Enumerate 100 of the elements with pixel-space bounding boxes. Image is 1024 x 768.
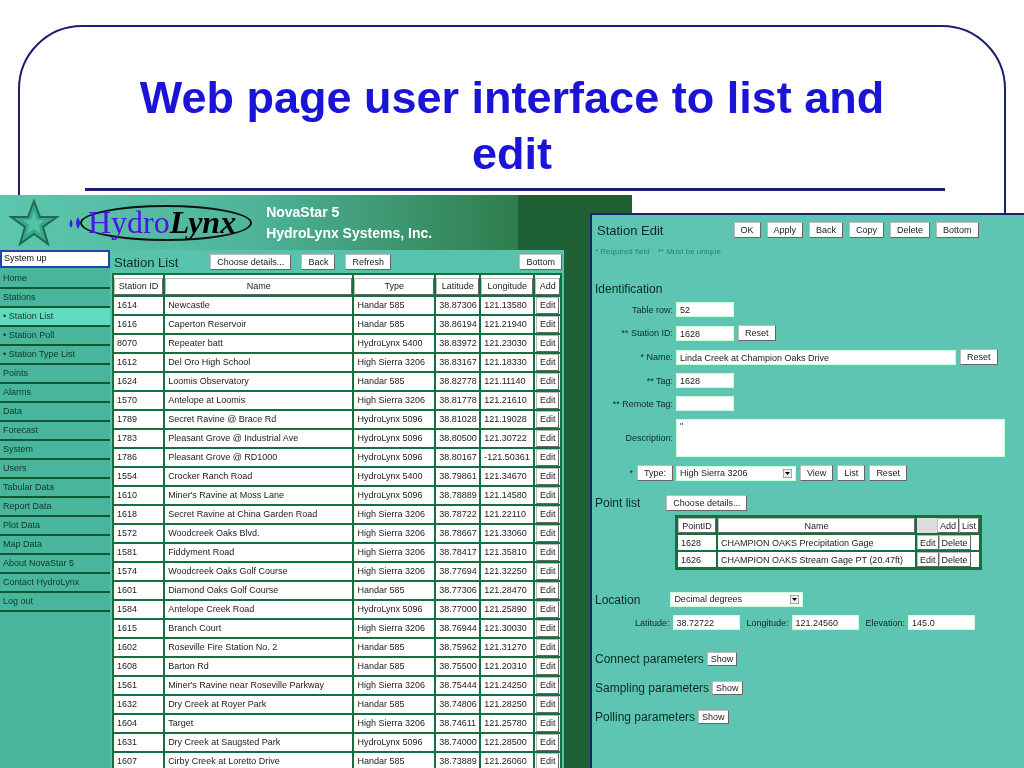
format-dropdown[interactable]: Decimal degrees <box>670 592 804 607</box>
table-cell: HydroLynx 5400 <box>354 467 435 485</box>
edit-button[interactable]: Edit <box>536 410 559 428</box>
edit-button[interactable]: Edit <box>536 752 559 768</box>
reset-button[interactable]: Reset <box>960 349 998 365</box>
back-button[interactable]: Back <box>301 254 336 270</box>
edit-button[interactable]: Edit <box>536 486 559 504</box>
refresh-button[interactable]: Refresh <box>345 254 391 270</box>
input-field[interactable]: 1628 <box>676 373 734 388</box>
section-heading: Location <box>595 592 641 607</box>
table-cell: 38.78417 <box>436 543 480 561</box>
table-cell: 1607 <box>114 752 164 768</box>
column-header[interactable]: Name <box>165 277 353 295</box>
reset-button[interactable]: Reset <box>738 325 776 341</box>
table-cell: HydroLynx 5096 <box>354 486 435 504</box>
reset-button[interactable]: Reset <box>869 465 907 481</box>
delete-button[interactable]: Delete <box>938 535 971 550</box>
list-button[interactable]: List <box>837 465 866 481</box>
column-header[interactable]: Name <box>718 518 915 533</box>
show-button[interactable]: Show <box>712 681 743 695</box>
edit-button[interactable]: Edit <box>536 695 559 713</box>
input-field[interactable]: 52 <box>676 302 734 317</box>
input-field[interactable]: 145.0 <box>908 615 976 630</box>
table-cell: 38.86194 <box>436 315 480 333</box>
table-cell: 38.75500 <box>436 657 480 675</box>
table-cell: High Sierra 3206 <box>354 543 435 561</box>
edit-button[interactable]: Edit <box>536 657 559 675</box>
edit-button[interactable]: Edit <box>917 552 939 567</box>
table-cell: CHAMPION OAKS Precipitation Gage <box>718 535 915 550</box>
choose-details-button[interactable]: Choose details... <box>666 495 748 511</box>
edit-button[interactable]: Edit <box>917 535 939 550</box>
table-cell: 38.78722 <box>436 505 480 523</box>
edit-button[interactable]: Edit <box>536 581 559 599</box>
edit-button[interactable]: Edit <box>536 562 559 580</box>
table-cell: HydroLynx 5096 <box>354 600 435 618</box>
input-field[interactable] <box>676 396 734 411</box>
column-header[interactable]: Type <box>354 277 435 295</box>
view-button[interactable]: View <box>800 465 834 481</box>
input-field[interactable]: 38.72722 <box>672 615 740 630</box>
edit-button[interactable]: Edit <box>536 714 559 732</box>
input-field[interactable]: 121.24560 <box>791 615 859 630</box>
section-heading: Polling parameters <box>595 710 696 724</box>
column-header[interactable]: Latitude <box>436 277 480 295</box>
input-field[interactable]: 1628 <box>676 325 734 341</box>
table-cell: Diamond Oaks Golf Course <box>165 581 353 599</box>
table-cell: 1626 <box>678 552 716 567</box>
edit-button[interactable]: Edit <box>536 524 559 542</box>
edit-button[interactable]: Edit <box>536 372 559 390</box>
edit-button[interactable]: Edit <box>536 543 559 561</box>
edit-button[interactable]: Edit <box>536 429 559 447</box>
edit-button[interactable]: Edit <box>536 619 559 637</box>
text-area[interactable]: " <box>676 419 1005 457</box>
table-cell: Miner's Ravine near Roseville Parkway <box>165 676 353 694</box>
column-header[interactable]: Station ID <box>114 277 164 295</box>
nav-item[interactable]: • Station List <box>0 308 110 327</box>
table-cell: 1631 <box>114 733 164 751</box>
type-dropdown[interactable]: High Sierra 3206 <box>676 465 796 481</box>
edit-button[interactable]: Edit <box>536 391 559 409</box>
edit-button[interactable]: Edit <box>536 334 559 352</box>
edit-button[interactable]: Edit <box>536 296 559 314</box>
choose-details-button[interactable]: Choose details... <box>210 254 292 270</box>
section-heading: Identification <box>595 282 664 296</box>
ok-button[interactable]: OK <box>733 222 761 238</box>
edit-title: Station Edit <box>597 222 664 238</box>
delete-button[interactable]: Delete <box>938 552 971 567</box>
table-cell: HydroLynx 5400 <box>354 334 435 352</box>
delete-button[interactable]: Delete <box>890 222 931 238</box>
table-cell: 38.87306 <box>436 296 480 314</box>
table-cell: Roseville Fire Station No. 2 <box>165 638 353 656</box>
edit-button[interactable]: Edit <box>536 638 559 656</box>
type-button[interactable]: Type: <box>637 465 673 481</box>
table-cell: 1574 <box>114 562 164 580</box>
column-header[interactable]: Longitude <box>481 277 534 295</box>
table-cell: 121.24250 <box>481 676 534 694</box>
table-cell: 38.82778 <box>436 372 480 390</box>
show-button[interactable]: Show <box>706 652 738 666</box>
table-cell: 121.30030 <box>481 619 534 637</box>
table-cell: 38.76944 <box>436 619 480 637</box>
bottom-button[interactable]: Bottom <box>519 254 562 270</box>
input-field[interactable]: Linda Creek at Champion Oaks Drive <box>676 349 956 365</box>
add-button[interactable]: Add <box>535 277 560 295</box>
show-button[interactable]: Show <box>698 710 729 724</box>
column-header[interactable]: PointID <box>678 518 716 533</box>
edit-button[interactable]: Edit <box>536 467 559 485</box>
edit-button[interactable]: Edit <box>536 448 559 466</box>
field-label: * Name: <box>639 352 673 362</box>
edit-button[interactable]: Edit <box>536 315 559 333</box>
bottom-button[interactable]: Bottom <box>936 222 979 238</box>
edit-button[interactable]: Edit <box>536 505 559 523</box>
table-cell: 38.83972 <box>436 334 480 352</box>
edit-button[interactable]: Edit <box>536 600 559 618</box>
copy-button[interactable]: Copy <box>849 222 885 238</box>
edit-button[interactable]: Edit <box>536 353 559 371</box>
add-button[interactable]: Add <box>936 518 959 533</box>
required-mark: * <box>629 468 633 478</box>
edit-button[interactable]: Edit <box>536 676 559 694</box>
back-button[interactable]: Back <box>809 222 844 238</box>
apply-button[interactable]: Apply <box>766 222 804 238</box>
edit-button[interactable]: Edit <box>536 733 559 751</box>
table-cell: 38.79861 <box>436 467 480 485</box>
